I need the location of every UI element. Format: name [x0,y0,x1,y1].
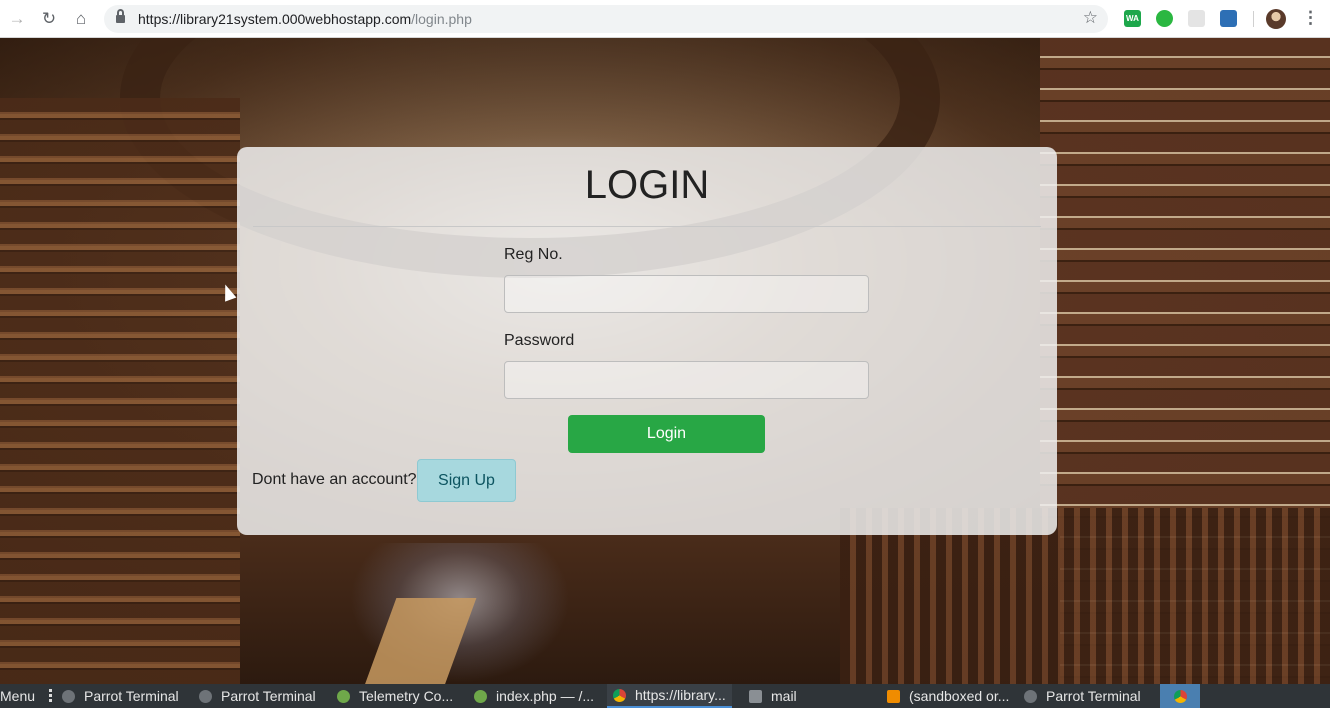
taskbar-item-parrot-terminal-2[interactable]: Parrot Terminal [199,684,316,708]
password-input[interactable] [504,361,869,399]
login-button[interactable]: Login [568,415,765,453]
taskbar-chrome-launcher[interactable] [1160,684,1200,708]
login-card: LOGIN Reg No. Password Login Dont have a… [237,147,1057,535]
taskbar-item-label: index.php — /... [496,688,595,704]
globe-icon [474,689,487,703]
terminal-icon [62,689,75,703]
address-bar[interactable]: https://library21system.000webhostapp.co… [104,5,1108,33]
taskbar-menu-button[interactable]: Menu [0,684,35,708]
reg-no-label: Reg No. [504,246,563,263]
taskbar-item-label: https://library... [635,687,726,703]
no-account-text: Dont have an account? [252,471,417,488]
taskbar-item-sandboxed[interactable]: (sandboxed or... [887,684,1009,708]
bookmark-star-icon[interactable]: ☆ [1083,8,1098,28]
taskbar-item-label: Parrot Terminal [84,688,179,704]
taskbar-item-parrot-terminal-3[interactable]: Parrot Terminal [1024,684,1141,708]
login-title: LOGIN [584,163,710,207]
chrome-icon [1173,689,1187,703]
background-bookshelf-left [0,98,240,684]
whatsapp-extension-icon[interactable] [1156,10,1173,27]
taskbar-menu-label: Menu [0,688,36,704]
folder-icon [749,689,762,703]
taskbar-item-label: (sandboxed or... [909,688,1010,704]
grid-extension-icon[interactable] [1188,10,1205,27]
forward-icon[interactable]: → [7,9,27,29]
taskbar-item-label: Parrot Terminal [1046,688,1141,704]
home-icon[interactable]: ⌂ [71,9,91,29]
taskbar: Menu Parrot Terminal Parrot Terminal Tel… [0,684,1330,708]
taskbar-item-parrot-terminal-1[interactable]: Parrot Terminal [62,684,179,708]
url-host: https://library21system.000webhostapp.co… [138,11,412,27]
taskbar-item-label: mail [771,688,797,704]
terminal-icon [1024,689,1037,703]
taskbar-handle-icon [49,689,52,703]
terminal-icon [199,689,212,703]
chrome-icon [613,688,626,702]
toolbar-divider [1253,11,1254,27]
url-path: /login.php [411,11,472,27]
whatsapp-web-extension-icon[interactable]: WA [1124,10,1141,27]
password-label: Password [504,332,575,349]
taskbar-item-label: Parrot Terminal [221,688,316,704]
taskbar-item-mail[interactable]: mail [749,684,797,708]
taskbar-item-label: Telemetry Co... [359,688,454,704]
sign-up-button[interactable]: Sign Up [417,459,516,502]
taskbar-item-index-php[interactable]: index.php — /... [474,684,594,708]
taskbar-item-telemetry[interactable]: Telemetry Co... [337,684,453,708]
kebab-menu-icon[interactable]: ⋮ [1302,8,1319,28]
reg-no-input[interactable] [504,275,869,313]
briefcase-extension-icon[interactable] [1220,10,1237,27]
title-divider [253,226,1041,227]
taskbar-item-browser[interactable]: https://library... [607,684,732,708]
profile-avatar[interactable] [1266,9,1286,29]
browser-toolbar: → ↻ ⌂ https://library21system.000webhost… [0,0,1330,38]
globe-icon [337,689,350,703]
url-text[interactable]: https://library21system.000webhostapp.co… [138,11,472,27]
reload-icon[interactable]: ↻ [39,9,59,29]
vlc-icon [887,689,900,703]
lock-icon [116,9,125,24]
